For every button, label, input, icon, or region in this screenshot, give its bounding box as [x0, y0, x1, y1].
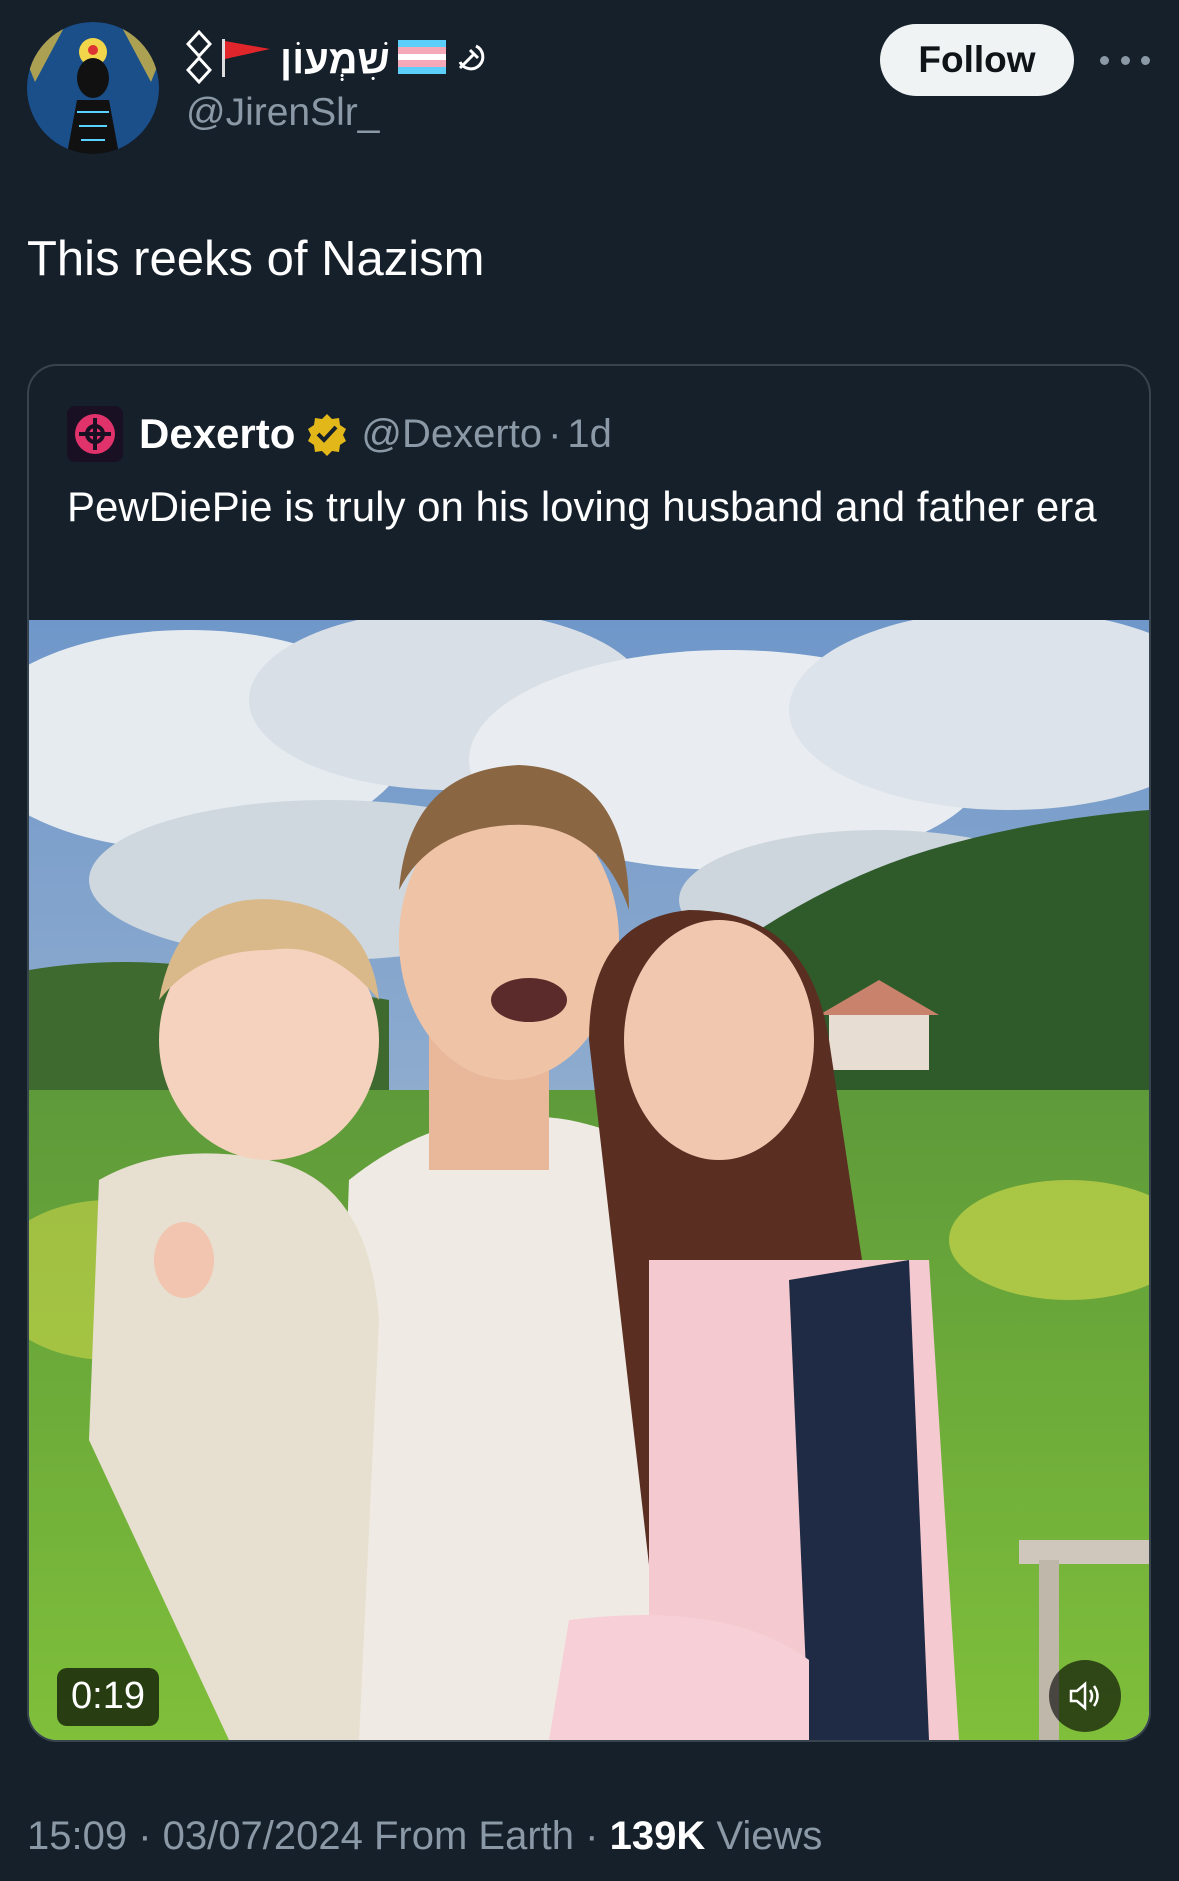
follow-button[interactable]: Follow [880, 24, 1074, 96]
video-frame [29, 620, 1149, 1740]
dexerto-logo-icon[interactable] [67, 406, 123, 462]
views-label: Views [716, 1814, 823, 1858]
hammer-sickle-icon [454, 40, 488, 81]
verified-badge-icon [305, 412, 349, 456]
views-count: 139K [609, 1814, 706, 1858]
quoted-tweet-text: PewDiePie is truly on his loving husband… [67, 483, 1097, 530]
tweet-date[interactable]: 03/07/2024 [163, 1814, 363, 1858]
volume-icon[interactable] [1049, 1660, 1121, 1732]
more-options-icon[interactable] [1100, 38, 1150, 82]
quoted-author-name[interactable]: Dexerto [139, 410, 295, 458]
knot-icon [185, 29, 213, 91]
red-flag-icon [220, 35, 272, 86]
tweet-source: From Earth [374, 1814, 575, 1858]
tweet-time[interactable]: 15:09 [27, 1814, 127, 1858]
quoted-author-handle[interactable]: @Dexerto [361, 412, 542, 457]
tweet-text: This reeks of Nazism [27, 232, 485, 286]
trans-flag-icon [397, 39, 446, 81]
author-display-name[interactable]: שִׁמְעוֹן [185, 29, 488, 91]
quoted-tweet-card[interactable]: Dexerto @Dexerto · 1d PewDiePie is truly… [27, 364, 1151, 1742]
tweet-metadata: 15:09 · 03/07/2024 From Earth · 139K Vie… [27, 1814, 823, 1858]
author-handle[interactable]: @JirenSlr_ [186, 91, 379, 135]
display-name-text: שִׁמְעוֹן [280, 38, 390, 82]
quoted-tweet-age: 1d [567, 411, 612, 456]
video-duration: 0:19 [57, 1668, 159, 1726]
video-player[interactable]: 0:19 [29, 620, 1149, 1740]
author-avatar[interactable] [27, 22, 159, 154]
quoted-tweet-header: Dexerto @Dexerto · 1d [67, 406, 612, 462]
separator-dot: · [548, 411, 562, 456]
